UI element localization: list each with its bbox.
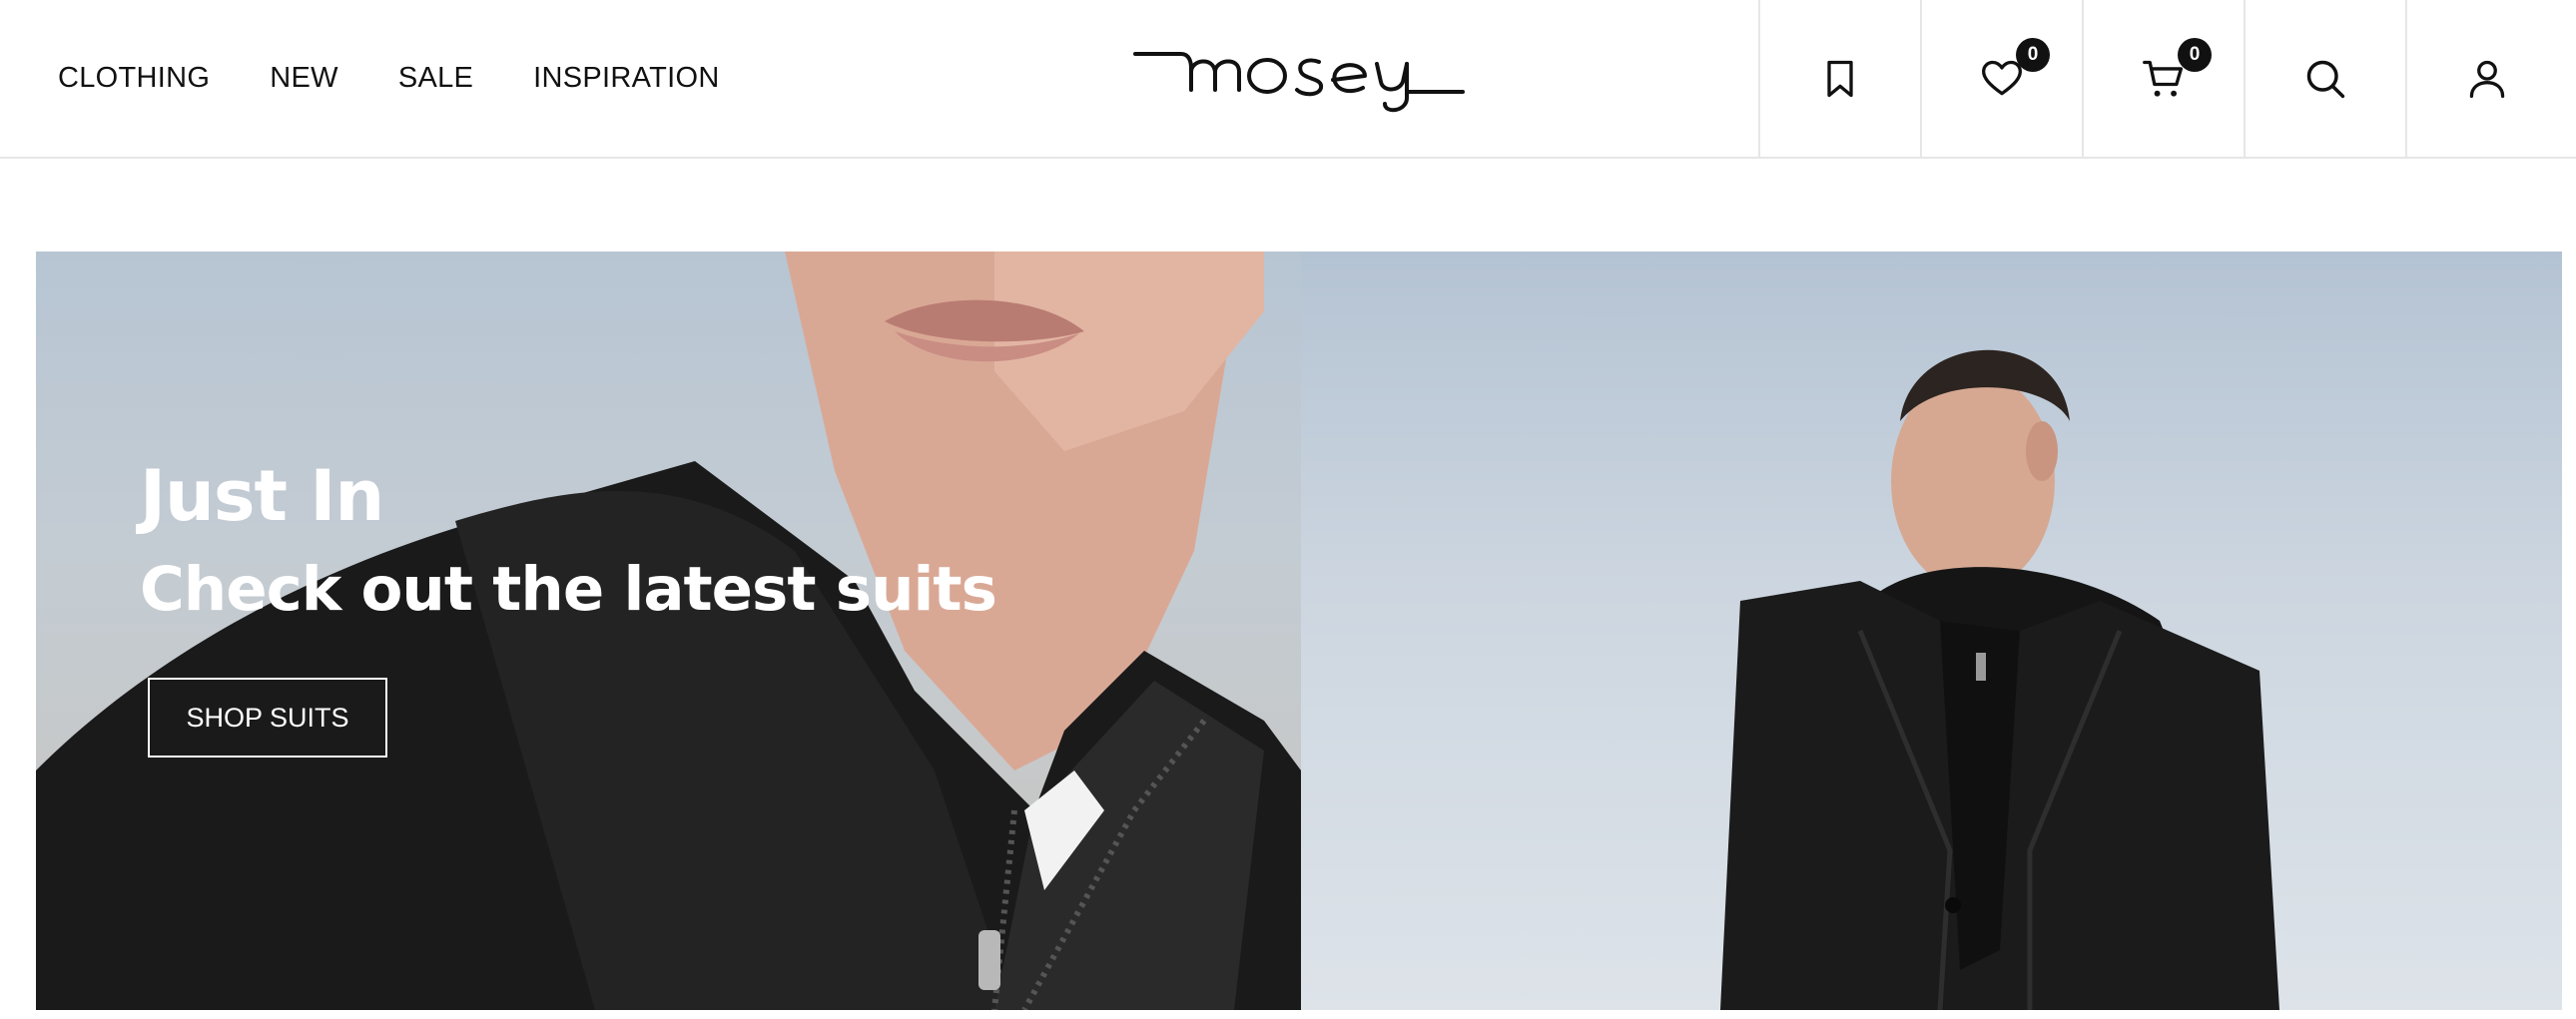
site-header: CLOTHING NEW SALE INSPIRATION mosey (0, 0, 2576, 159)
nav-sale[interactable]: SALE (398, 62, 473, 95)
nav-inspiration[interactable]: INSPIRATION (533, 62, 719, 95)
hero-banner: Just In Check out the latest suits SHOP … (36, 252, 2562, 1010)
bookmark-icon (1827, 60, 1853, 97)
cart-count-badge: 0 (2178, 38, 2212, 72)
wishlist-button[interactable]: 0 (1920, 0, 2082, 157)
wishlist-count-badge: 0 (2016, 38, 2050, 72)
hero-image-left: Just In Check out the latest suits SHOP … (36, 252, 1301, 1010)
nav-new[interactable]: NEW (270, 62, 338, 95)
search-button[interactable] (2244, 0, 2405, 157)
cart-button[interactable]: 0 (2082, 0, 2244, 157)
search-icon (2306, 60, 2345, 98)
mosey-logo-mark: mosey (1133, 52, 1465, 113)
hero-text: Just In Check out the latest suits (140, 455, 997, 625)
header-actions: 0 0 (1758, 0, 2567, 157)
bookmark-button[interactable] (1758, 0, 1920, 157)
hero-image-right (1301, 252, 2562, 1010)
hero-subtitle: Check out the latest suits (140, 554, 997, 625)
user-icon (2469, 60, 2505, 98)
site-logo[interactable]: mosey (1133, 42, 1465, 114)
hero-title: Just In (140, 455, 384, 537)
shop-suits-button[interactable]: SHOP SUITS (148, 678, 387, 758)
model-standing-illustration (1720, 349, 2279, 1010)
model-closeup-illustration (36, 252, 1301, 1010)
main-nav: CLOTHING NEW SALE INSPIRATION (58, 0, 780, 157)
account-button[interactable] (2405, 0, 2567, 157)
nav-clothing[interactable]: CLOTHING (58, 62, 210, 95)
